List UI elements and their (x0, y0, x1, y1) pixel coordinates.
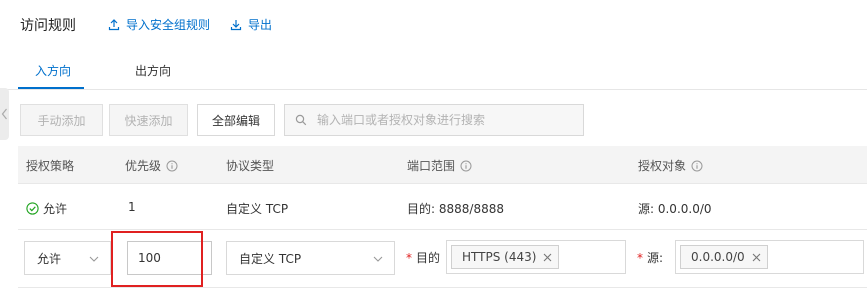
search-box (284, 104, 584, 136)
upload-icon (108, 18, 120, 30)
toolbar: 手动添加 快速添加 全部编辑 (0, 104, 867, 136)
check-circle-icon (26, 202, 39, 215)
chevron-down-icon (89, 256, 99, 262)
protocol-select[interactable]: 自定义 TCP (226, 241, 395, 275)
export-link[interactable]: 导出 (230, 16, 272, 33)
dest-port-input[interactable]: HTTPS (443) (446, 240, 626, 274)
page-title: 访问规则 (20, 18, 76, 34)
policy-cell: 允许 (26, 200, 67, 217)
table-row: 允许 1 自定义 TCP 目的: 8888/8888 源: 0.0.0.0/0 (18, 184, 867, 230)
direction-tabs: 入方向 出方向 (0, 48, 867, 90)
active-tab-indicator (18, 87, 84, 89)
required-marker: * (406, 250, 412, 265)
col-header-port-range: 端口范围 (407, 157, 472, 174)
quick-add-button[interactable]: 快速添加 (109, 104, 188, 136)
manual-add-button[interactable]: 手动添加 (20, 104, 103, 136)
policy-select[interactable]: 允许 (24, 241, 111, 275)
info-icon[interactable] (691, 160, 703, 172)
page-header: 访问规则 导入安全组规则 导出 (0, 0, 867, 48)
search-icon (295, 114, 307, 126)
download-icon (230, 19, 242, 30)
highlight-box (111, 231, 203, 287)
port-tag: HTTPS (443) (451, 245, 560, 269)
port-range-cell: 目的: 8888/8888 (407, 202, 504, 216)
chevron-down-icon (373, 256, 383, 262)
col-header-auth-object: 授权对象 (638, 157, 703, 174)
required-marker: * (637, 250, 643, 265)
source-tag: 0.0.0.0/0 (680, 245, 768, 269)
col-header-priority: 优先级 (125, 157, 178, 174)
dest-label: * 目的 (406, 250, 441, 266)
protocol-cell: 自定义 TCP (226, 202, 289, 216)
priority-cell: 1 (128, 200, 136, 214)
close-icon[interactable] (752, 253, 761, 262)
auth-object-cell: 源: 0.0.0.0/0 (638, 202, 712, 216)
table-header: 授权策略 优先级 协议类型 端口范围 授权对象 (18, 146, 867, 184)
edit-all-button[interactable]: 全部编辑 (197, 104, 275, 136)
info-icon[interactable] (166, 160, 178, 172)
import-rules-label: 导入安全组规则 (126, 18, 211, 32)
col-header-policy: 授权策略 (26, 159, 75, 173)
source-object-input[interactable]: 0.0.0.0/0 (675, 240, 864, 274)
tab-outbound[interactable]: 出方向 (135, 62, 171, 79)
tab-inbound[interactable]: 入方向 (35, 62, 71, 79)
close-icon[interactable] (543, 253, 552, 262)
search-input[interactable] (317, 113, 567, 127)
info-icon[interactable] (460, 160, 472, 172)
col-header-protocol: 协议类型 (226, 159, 275, 173)
source-label: * 源: (637, 250, 664, 266)
export-label: 导出 (248, 18, 273, 32)
import-rules-link[interactable]: 导入安全组规则 (108, 16, 210, 33)
